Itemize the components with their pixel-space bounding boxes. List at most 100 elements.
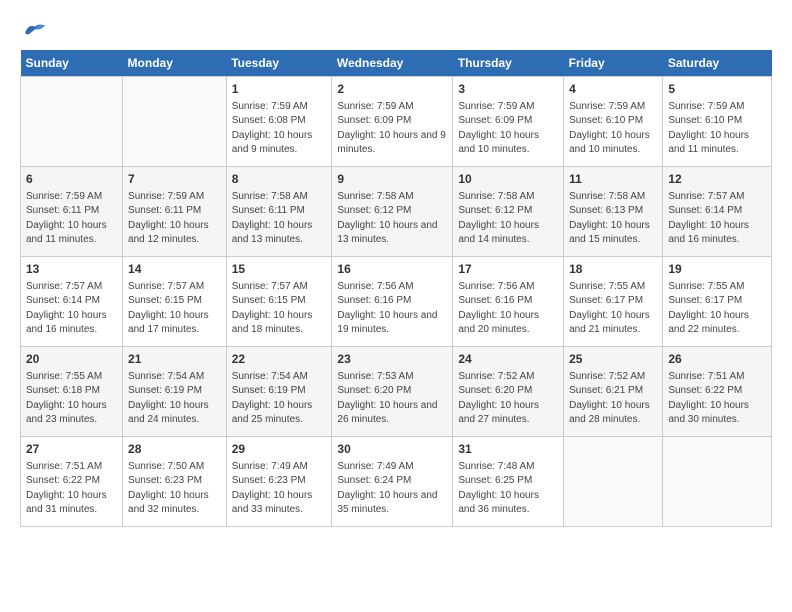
day-info: Sunrise: 7:49 AM Sunset: 6:24 PM Dayligh…: [337, 460, 447, 518]
day-info: Sunrise: 7:58 AM Sunset: 6:13 PM Dayligh…: [569, 190, 657, 248]
calendar-cell: 9Sunrise: 7:58 AM Sunset: 6:12 PM Daylig…: [332, 167, 453, 257]
day-info: Sunrise: 7:52 AM Sunset: 6:20 PM Dayligh…: [458, 370, 558, 428]
col-saturday: Saturday: [663, 50, 772, 77]
logo-bird-icon: [20, 20, 50, 40]
day-number: 5: [668, 81, 766, 98]
day-number: 11: [569, 171, 657, 188]
day-info: Sunrise: 7:52 AM Sunset: 6:21 PM Dayligh…: [569, 370, 657, 428]
calendar-week-row: 1 Sunrise: 7:59 AM Sunset: 6:08 PM Daylig…: [21, 77, 772, 167]
day-number: 16: [337, 261, 447, 278]
calendar-cell: 20Sunrise: 7:55 AM Sunset: 6:18 PM Dayli…: [21, 347, 123, 437]
day-number: 12: [668, 171, 766, 188]
day-number: 30: [337, 441, 447, 458]
calendar-cell: [123, 77, 227, 167]
day-number: 28: [128, 441, 221, 458]
col-tuesday: Tuesday: [226, 50, 332, 77]
calendar-cell: 16Sunrise: 7:56 AM Sunset: 6:16 PM Dayli…: [332, 257, 453, 347]
calendar-cell: [564, 437, 663, 527]
calendar-week-row: 13 Sunrise: 7:57 AM Sunset: 6:14 PM Dayli…: [21, 257, 772, 347]
day-number: 8: [232, 171, 327, 188]
day-info: Sunrise: 7:53 AM Sunset: 6:20 PM Dayligh…: [337, 370, 447, 428]
col-monday: Monday: [123, 50, 227, 77]
day-info: Sunrise: 7:59 AM Sunset: 6:11 PM Dayligh…: [128, 190, 221, 248]
col-wednesday: Wednesday: [332, 50, 453, 77]
calendar-cell: 31 Sunrise: 7:48 AM Sunset: 6:25 PM Dayli…: [453, 437, 564, 527]
day-info: Sunrise: 7:55 AM Sunset: 6:18 PM Dayligh…: [26, 370, 117, 428]
day-info: Sunrise: 7:51 AM Sunset: 6:22 PM Dayligh…: [26, 460, 117, 518]
calendar-cell: 2Sunrise: 7:59 AM Sunset: 6:09 PM Daylig…: [332, 77, 453, 167]
day-info: Sunrise: 7:54 AM Sunset: 6:19 PM Dayligh…: [232, 370, 327, 428]
day-number: 22: [232, 351, 327, 368]
day-info: Sunrise: 7:55 AM Sunset: 6:17 PM Dayligh…: [668, 280, 766, 338]
calendar-cell: 17 Sunrise: 7:56 AM Sunset: 6:16 PM Dayli…: [453, 257, 564, 347]
calendar-cell: 24 Sunrise: 7:52 AM Sunset: 6:20 PM Dayli…: [453, 347, 564, 437]
logo: [20, 20, 52, 40]
day-number: 17: [458, 261, 558, 278]
day-info: Sunrise: 7:58 AM Sunset: 6:11 PM Dayligh…: [232, 190, 327, 248]
calendar-cell: 1 Sunrise: 7:59 AM Sunset: 6:08 PM Daylig…: [226, 77, 332, 167]
day-number: 21: [128, 351, 221, 368]
calendar-cell: 15Sunrise: 7:57 AM Sunset: 6:15 PM Dayli…: [226, 257, 332, 347]
calendar-header-row: Sunday Monday Tuesday Wednesday Thursday…: [21, 50, 772, 77]
day-number: 2: [337, 81, 447, 98]
day-number: 3: [458, 81, 558, 98]
calendar-cell: 4 Sunrise: 7:59 AM Sunset: 6:10 PM Daylig…: [564, 77, 663, 167]
day-info: Sunrise: 7:57 AM Sunset: 6:15 PM Dayligh…: [128, 280, 221, 338]
calendar-cell: 3 Sunrise: 7:59 AM Sunset: 6:09 PM Daylig…: [453, 77, 564, 167]
day-number: 19: [668, 261, 766, 278]
calendar-cell: [21, 77, 123, 167]
calendar-cell: 10 Sunrise: 7:58 AM Sunset: 6:12 PM Dayli…: [453, 167, 564, 257]
day-number: 27: [26, 441, 117, 458]
day-info: Sunrise: 7:59 AM Sunset: 6:09 PM Dayligh…: [458, 100, 558, 158]
day-info: Sunrise: 7:48 AM Sunset: 6:25 PM Dayligh…: [458, 460, 558, 518]
calendar-cell: 25 Sunrise: 7:52 AM Sunset: 6:21 PM Dayli…: [564, 347, 663, 437]
day-number: 4: [569, 81, 657, 98]
calendar-week-row: 20Sunrise: 7:55 AM Sunset: 6:18 PM Dayli…: [21, 347, 772, 437]
calendar-cell: 18Sunrise: 7:55 AM Sunset: 6:17 PM Dayli…: [564, 257, 663, 347]
calendar-cell: 29 Sunrise: 7:49 AM Sunset: 6:23 PM Dayli…: [226, 437, 332, 527]
day-number: 24: [458, 351, 558, 368]
day-number: 13: [26, 261, 117, 278]
calendar-week-row: 6Sunrise: 7:59 AM Sunset: 6:11 PM Daylig…: [21, 167, 772, 257]
calendar-cell: 6Sunrise: 7:59 AM Sunset: 6:11 PM Daylig…: [21, 167, 123, 257]
day-info: Sunrise: 7:59 AM Sunset: 6:11 PM Dayligh…: [26, 190, 117, 248]
day-number: 23: [337, 351, 447, 368]
day-info: Sunrise: 7:50 AM Sunset: 6:23 PM Dayligh…: [128, 460, 221, 518]
calendar-cell: 22 Sunrise: 7:54 AM Sunset: 6:19 PM Dayli…: [226, 347, 332, 437]
calendar-cell: 30 Sunrise: 7:49 AM Sunset: 6:24 PM Dayli…: [332, 437, 453, 527]
calendar-cell: 11 Sunrise: 7:58 AM Sunset: 6:13 PM Dayli…: [564, 167, 663, 257]
calendar-cell: 7Sunrise: 7:59 AM Sunset: 6:11 PM Daylig…: [123, 167, 227, 257]
day-info: Sunrise: 7:57 AM Sunset: 6:15 PM Dayligh…: [232, 280, 327, 338]
day-info: Sunrise: 7:49 AM Sunset: 6:23 PM Dayligh…: [232, 460, 327, 518]
calendar-cell: 26Sunrise: 7:51 AM Sunset: 6:22 PM Dayli…: [663, 347, 772, 437]
day-number: 14: [128, 261, 221, 278]
day-number: 10: [458, 171, 558, 188]
calendar-cell: 23 Sunrise: 7:53 AM Sunset: 6:20 PM Dayli…: [332, 347, 453, 437]
day-number: 31: [458, 441, 558, 458]
calendar-cell: 21 Sunrise: 7:54 AM Sunset: 6:19 PM Dayli…: [123, 347, 227, 437]
day-number: 26: [668, 351, 766, 368]
day-info: Sunrise: 7:58 AM Sunset: 6:12 PM Dayligh…: [458, 190, 558, 248]
calendar-cell: 28 Sunrise: 7:50 AM Sunset: 6:23 PM Dayli…: [123, 437, 227, 527]
col-thursday: Thursday: [453, 50, 564, 77]
calendar-week-row: 27 Sunrise: 7:51 AM Sunset: 6:22 PM Dayli…: [21, 437, 772, 527]
day-info: Sunrise: 7:57 AM Sunset: 6:14 PM Dayligh…: [26, 280, 117, 338]
calendar-cell: 14 Sunrise: 7:57 AM Sunset: 6:15 PM Dayli…: [123, 257, 227, 347]
calendar-cell: 27 Sunrise: 7:51 AM Sunset: 6:22 PM Dayli…: [21, 437, 123, 527]
col-friday: Friday: [564, 50, 663, 77]
calendar-cell: 19 Sunrise: 7:55 AM Sunset: 6:17 PM Dayli…: [663, 257, 772, 347]
day-number: 29: [232, 441, 327, 458]
day-number: 9: [337, 171, 447, 188]
day-info: Sunrise: 7:57 AM Sunset: 6:14 PM Dayligh…: [668, 190, 766, 248]
day-info: Sunrise: 7:59 AM Sunset: 6:10 PM Dayligh…: [569, 100, 657, 158]
calendar-cell: 13 Sunrise: 7:57 AM Sunset: 6:14 PM Dayli…: [21, 257, 123, 347]
day-info: Sunrise: 7:56 AM Sunset: 6:16 PM Dayligh…: [458, 280, 558, 338]
day-info: Sunrise: 7:59 AM Sunset: 6:10 PM Dayligh…: [668, 100, 766, 158]
day-info: Sunrise: 7:54 AM Sunset: 6:19 PM Dayligh…: [128, 370, 221, 428]
calendar-cell: [663, 437, 772, 527]
calendar-cell: 5 Sunrise: 7:59 AM Sunset: 6:10 PM Daylig…: [663, 77, 772, 167]
day-number: 25: [569, 351, 657, 368]
col-sunday: Sunday: [21, 50, 123, 77]
day-info: Sunrise: 7:59 AM Sunset: 6:08 PM Dayligh…: [232, 100, 327, 158]
day-number: 1: [232, 81, 327, 98]
